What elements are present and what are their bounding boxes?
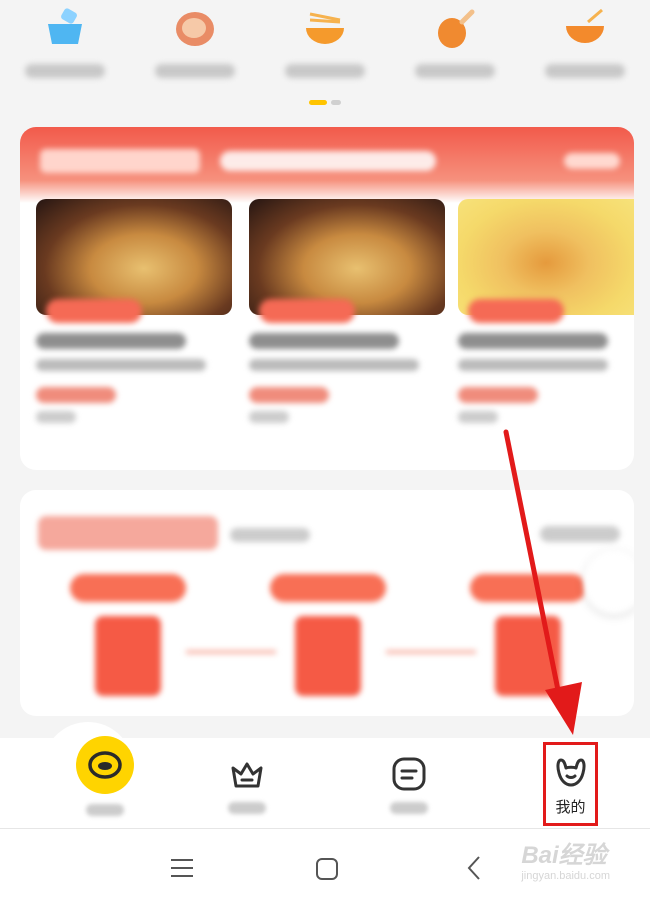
coupon-icon <box>495 616 561 696</box>
steps-subtitle <box>230 528 310 542</box>
basket-icon <box>48 8 82 44</box>
category-label <box>545 64 625 78</box>
product-price <box>458 387 538 403</box>
product-tag <box>259 299 355 323</box>
product-desc <box>36 359 206 371</box>
product-image <box>36 199 232 315</box>
menu-icon[interactable] <box>169 857 195 879</box>
tab-orders[interactable] <box>344 738 474 828</box>
product-title <box>36 333 186 349</box>
product-desc <box>458 359 608 371</box>
new-user-steps-card[interactable] <box>20 490 634 716</box>
watermark-url: jingyan.baidu.com <box>521 870 610 882</box>
back-icon[interactable] <box>466 855 482 881</box>
watermark: Bai经验 jingyan.baidu.com <box>521 835 610 882</box>
system-nav-bar: Bai经验 jingyan.baidu.com <box>0 829 650 900</box>
coupon-icon <box>95 616 161 696</box>
product-title <box>458 333 608 349</box>
steps-title <box>38 516 218 550</box>
product-original-price <box>458 411 498 423</box>
category-label <box>415 64 495 78</box>
crown-icon <box>231 762 263 788</box>
step-connector <box>186 650 276 654</box>
home-square-icon[interactable] <box>315 857 339 881</box>
soup-bowl-icon <box>566 8 604 43</box>
product-tag <box>46 299 142 323</box>
product-original-price <box>249 411 289 423</box>
step-badge <box>270 574 386 602</box>
category-1[interactable] <box>0 0 130 110</box>
product-title <box>249 333 399 349</box>
steps-more-link[interactable] <box>540 526 620 542</box>
page-indicator <box>309 100 341 105</box>
tab-home[interactable] <box>20 736 150 828</box>
tab-member-label <box>228 802 266 814</box>
category-2[interactable] <box>130 0 260 110</box>
annotation-highlight-box <box>543 742 598 826</box>
product-image <box>458 199 634 315</box>
product-image <box>249 199 445 315</box>
category-label <box>285 64 365 78</box>
page-dot <box>331 100 341 105</box>
category-5[interactable] <box>520 0 650 110</box>
tab-member[interactable] <box>182 738 312 828</box>
product-card[interactable] <box>458 199 634 423</box>
step-item[interactable] <box>270 574 386 696</box>
product-tag <box>468 299 564 323</box>
tab-home-label <box>86 804 124 816</box>
page-dot-active <box>309 100 327 105</box>
promo-more-link[interactable] <box>564 153 620 169</box>
category-3[interactable] <box>260 0 390 110</box>
step-badge <box>70 574 186 602</box>
product-card[interactable] <box>36 199 232 423</box>
orders-icon <box>392 757 426 791</box>
promo-countdown <box>220 151 436 171</box>
category-row <box>0 0 650 110</box>
coupon-icon <box>295 616 361 696</box>
meat-icon <box>176 12 214 46</box>
product-card[interactable] <box>249 199 445 423</box>
drumstick-icon <box>438 9 475 48</box>
tab-orders-label <box>390 802 428 814</box>
product-price <box>249 387 329 403</box>
product-price <box>36 387 116 403</box>
floating-service-button[interactable] <box>584 550 634 614</box>
step-item[interactable] <box>70 574 186 696</box>
category-label <box>155 64 235 78</box>
watermark-brand: Bai经验 <box>521 842 607 869</box>
promo-title <box>40 149 200 173</box>
product-original-price <box>36 411 76 423</box>
noodle-bowl-icon <box>306 12 344 44</box>
step-badge <box>470 574 586 602</box>
step-item[interactable] <box>470 574 586 696</box>
category-4[interactable] <box>390 0 520 110</box>
product-desc <box>249 359 419 371</box>
home-bowl-icon <box>88 751 122 779</box>
category-label <box>25 64 105 78</box>
step-connector <box>386 650 476 654</box>
new-user-promo-card[interactable] <box>20 127 634 470</box>
